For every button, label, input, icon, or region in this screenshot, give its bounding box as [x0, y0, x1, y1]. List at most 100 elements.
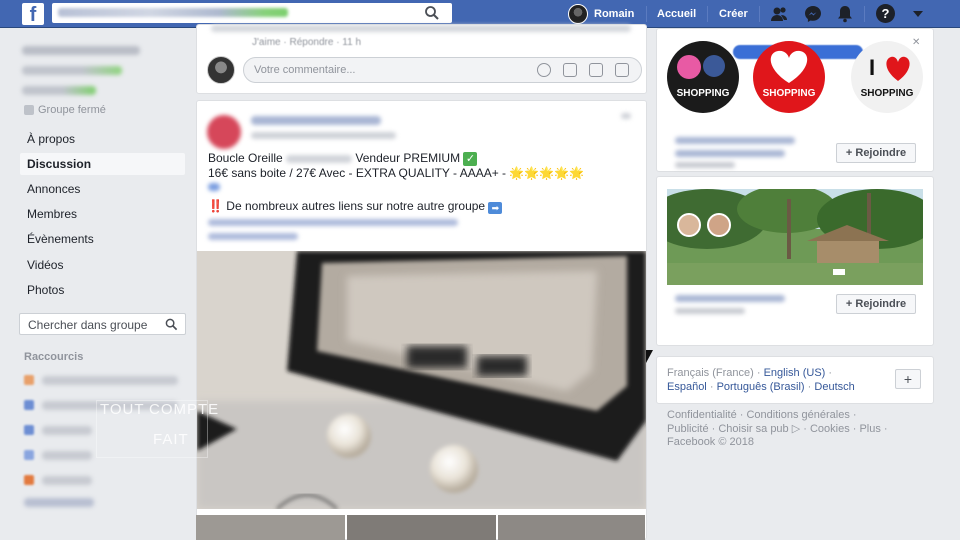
group-sidebar: Groupe fermé À propos Discussion Annonce… [0, 28, 196, 540]
shortcut-group-icon[interactable] [24, 400, 34, 410]
blurred-search-text [58, 8, 288, 17]
mouse-cursor-icon [646, 350, 653, 363]
shortcut-item[interactable] [42, 426, 92, 435]
previous-post-comments: J'aime · Répondre · 11 h Votre commentai… [196, 24, 647, 94]
shortcuts-heading: Raccourcis [24, 351, 84, 363]
comment-reply-link[interactable]: Répondre [289, 37, 333, 48]
sidebar-item-events[interactable]: Évènements [20, 228, 185, 250]
shortcut-item[interactable] [42, 376, 178, 385]
see-more-link[interactable] [24, 498, 94, 507]
gif-icon[interactable] [589, 63, 603, 77]
notifications-bell-icon[interactable] [835, 4, 855, 24]
thumbnail[interactable] [196, 515, 345, 540]
sticker-icon[interactable] [615, 63, 629, 77]
facebook-logo[interactable]: f [22, 3, 44, 25]
join-group-button[interactable]: + Rejoindre [836, 143, 916, 163]
sidebar-item-members[interactable]: Membres [20, 203, 185, 225]
friend-requests-icon[interactable] [769, 4, 789, 24]
shortcut-item[interactable] [42, 476, 92, 485]
blurred-group-name [22, 66, 122, 75]
blurred-group-name [22, 86, 96, 95]
user-name: Romain [594, 8, 635, 20]
footer-links[interactable]: Confidentialité · Conditions générales · [667, 409, 857, 421]
search-icon[interactable] [424, 5, 440, 21]
shopping-logo-white: I SHOPPING [851, 41, 923, 113]
help-icon[interactable]: ? [876, 4, 895, 23]
blurred-member-count [675, 308, 745, 314]
shortcut-item[interactable] [42, 451, 92, 460]
language-line: Español · Português (Brasil) · Deutsch [667, 381, 855, 393]
right-rail: ✕ SHOPPING SHOPPING I SHOPPING + Rejoind… [656, 28, 934, 540]
sidebar-item-photos[interactable]: Photos [20, 279, 185, 301]
thumbnail[interactable] [498, 515, 645, 540]
avatar [568, 4, 588, 24]
search-icon[interactable] [165, 318, 178, 331]
blurred-group-name [22, 46, 140, 55]
sidebar-item-about[interactable]: À propos [20, 128, 185, 150]
profile-link[interactable]: Romain [568, 4, 634, 24]
create-link[interactable]: Créer [719, 8, 748, 20]
shortcut-group-icon[interactable] [24, 450, 34, 460]
blurred-link[interactable] [208, 233, 298, 240]
shortcut-group-icon[interactable] [24, 425, 34, 435]
current-language: Français (France) [667, 367, 754, 379]
thumbnail[interactable] [347, 515, 496, 540]
photo-thumbnails [196, 515, 645, 540]
suggested-group-card: + Rejoindre [656, 176, 934, 346]
join-group-button[interactable]: + Rejoindre [836, 294, 916, 314]
sidebar-item-discussion[interactable]: Discussion [20, 153, 185, 175]
language-link[interactable]: Deutsch [814, 381, 854, 393]
more-languages-button[interactable]: + [895, 369, 921, 389]
footer-links[interactable]: Publicité · Choisir sa pub ▷ · Cookies ·… [667, 422, 888, 435]
group-search-input[interactable]: Chercher dans groupe [19, 313, 186, 335]
comment-composer: Votre commentaire... [205, 55, 642, 87]
shortcut-group-icon[interactable] [24, 475, 34, 485]
shortcut-group-icon[interactable] [24, 375, 34, 385]
emoji-icon[interactable] [537, 63, 551, 77]
avatar [207, 56, 235, 84]
camera-icon[interactable] [563, 63, 577, 77]
language-selector: Français (France) · English (US) · Españ… [656, 356, 934, 404]
comment-time: 11 h [342, 37, 362, 48]
comment-input[interactable]: Votre commentaire... [243, 57, 642, 83]
blurred-link[interactable] [208, 219, 458, 226]
tropical-hut-photo [667, 189, 923, 285]
post-photo[interactable] [197, 251, 646, 509]
copyright-text: Facebook © 2018 [667, 436, 754, 448]
language-link[interactable]: Español [667, 381, 707, 393]
post-text-line: 16€ sans boite / 27€ Avec - EXTRA QUALIT… [208, 166, 585, 180]
lock-icon [24, 105, 34, 115]
blurred-group-name[interactable] [675, 295, 785, 302]
divider [864, 6, 865, 22]
language-link[interactable]: Português (Brasil) [717, 381, 805, 393]
group-privacy-status: Groupe fermé [24, 104, 106, 116]
heart-icon [886, 56, 910, 81]
group-cover-photo[interactable] [667, 189, 923, 285]
account-menu-chevron-down-icon[interactable] [913, 11, 923, 17]
post-text-line: Boucle Oreille Vendeur PREMIUM ✓ [208, 151, 478, 166]
shopping-logo-black: SHOPPING [667, 41, 739, 113]
avatar[interactable] [207, 115, 241, 149]
language-line: Français (France) · English (US) · [667, 367, 833, 379]
blurred-member-count [675, 162, 735, 168]
exclamation-icon: ‼️ [208, 199, 223, 213]
post-options-icon[interactable] [621, 113, 631, 119]
tv-watermark: TOUT COMPTE FAIT [96, 400, 218, 458]
blurred-author-name[interactable] [251, 116, 381, 125]
blurred-group-name[interactable] [675, 150, 785, 157]
close-icon[interactable]: ✕ [912, 37, 920, 48]
sidebar-item-announcements[interactable]: Annonces [20, 178, 185, 200]
divider [759, 6, 760, 22]
suggested-group-card: ✕ SHOPPING SHOPPING I SHOPPING + Rejoind… [656, 28, 934, 172]
global-search-input[interactable] [52, 3, 452, 23]
comment-like-link[interactable]: J'aime [252, 37, 281, 48]
blurred-group-name[interactable] [675, 137, 795, 144]
messenger-icon[interactable] [803, 4, 823, 24]
sidebar-item-videos[interactable]: Vidéos [20, 254, 185, 276]
blurred-comment [211, 25, 631, 32]
post-text-line: ‼️ De nombreux autres liens sur notre au… [208, 199, 503, 214]
divider [646, 6, 647, 22]
home-link[interactable]: Accueil [657, 8, 696, 20]
language-link[interactable]: English (US) [764, 367, 826, 379]
jewelry-box-photo [197, 251, 646, 509]
